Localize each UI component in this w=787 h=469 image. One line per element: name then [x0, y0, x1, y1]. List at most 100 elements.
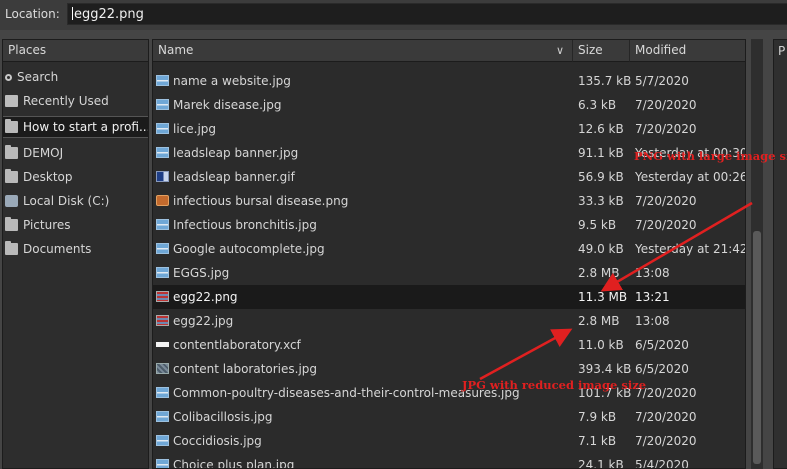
scrollbar-thumb[interactable]	[753, 231, 761, 464]
column-header-name[interactable]: Name ∨	[153, 40, 573, 62]
annotation-png-large: PNG with large image size	[634, 149, 787, 163]
file-size: 11.3 MB	[578, 290, 628, 304]
file-row[interactable]: contentlaboratory.xcf 11.0 kB 6/5/2020	[153, 333, 745, 357]
folder-icon	[5, 119, 18, 133]
file-modified: 7/20/2020	[635, 98, 697, 112]
search-icon	[5, 73, 12, 81]
file-row[interactable]: Google autocomplete.jpg 49.0 kB Yesterday …	[153, 237, 745, 261]
file-size: 2.8 MB	[578, 314, 620, 328]
column-size-label: Size	[578, 43, 603, 57]
file-size: 393.4 kB	[578, 362, 632, 376]
file-name: EGGS.jpg	[173, 266, 230, 280]
column-modified-label: Modified	[635, 43, 687, 57]
file-row[interactable]: Marek disease.jpg 6.3 kB 7/20/2020	[153, 93, 745, 117]
file-row[interactable]: egg22.png 11.3 MB 13:21	[153, 285, 745, 309]
place-pictures[interactable]: Pictures	[3, 214, 148, 236]
file-modified: 7/20/2020	[635, 194, 697, 208]
file-size: 91.1 kB	[578, 146, 624, 160]
file-modified: Yesterday at 00:26	[635, 170, 746, 184]
file-image-icon	[156, 123, 169, 134]
file-row[interactable]: name a website.jpg 135.7 kB 5/7/2020	[153, 69, 745, 93]
place-search[interactable]: Search	[3, 66, 148, 88]
places-panel: Places Search Recently Used How to start…	[2, 39, 149, 469]
place-label: Documents	[23, 242, 92, 256]
folder-icon	[5, 145, 18, 159]
place-local-disk[interactable]: Local Disk (C:)	[3, 190, 148, 212]
disk-icon	[5, 195, 18, 207]
file-row[interactable]: Choice plus plan.jpg 24.1 kB 5/4/2020	[153, 453, 745, 468]
folder-icon	[5, 217, 18, 231]
file-image-icon	[156, 75, 169, 86]
place-label: Desktop	[23, 170, 73, 184]
file-image-icon	[156, 243, 169, 254]
file-image-icon	[156, 195, 169, 206]
file-modified: 7/20/2020	[635, 410, 697, 424]
file-size: 49.0 kB	[578, 242, 624, 256]
places-header[interactable]: Places	[3, 40, 148, 62]
file-row[interactable]: infectious bursal disease.png 33.3 kB 7/20…	[153, 189, 745, 213]
file-image-icon	[156, 291, 169, 302]
place-documents[interactable]: Documents	[3, 238, 148, 260]
file-modified: 6/5/2020	[635, 338, 689, 352]
text-caret	[72, 7, 73, 20]
file-image-icon	[156, 342, 169, 347]
sort-chevron-down-icon: ∨	[555, 44, 564, 57]
file-image-icon	[156, 99, 169, 110]
place-desktop[interactable]: Desktop	[3, 166, 148, 188]
file-image-icon	[156, 147, 169, 158]
file-name: Colibacillosis.jpg	[173, 410, 273, 424]
file-name: name a website.jpg	[173, 74, 291, 88]
file-row[interactable]: content laboratories.jpg 393.4 kB 6/5/2020	[153, 357, 745, 381]
column-header-size[interactable]: Size	[573, 40, 630, 62]
file-image-icon	[156, 435, 169, 446]
file-name: Infectious bronchitis.jpg	[173, 218, 317, 232]
location-input[interactable]: egg22.png	[67, 3, 787, 25]
file-row[interactable]: lice.jpg 12.6 kB 7/20/2020	[153, 117, 745, 141]
file-name: lice.jpg	[173, 122, 217, 136]
file-row[interactable]: egg22.jpg 2.8 MB 13:08	[153, 309, 745, 333]
column-header-modified[interactable]: Modified	[630, 40, 745, 62]
file-modified: 7/20/2020	[635, 122, 697, 136]
preview-panel: P	[773, 39, 787, 469]
file-size: 6.3 kB	[578, 98, 617, 112]
folder-icon	[5, 169, 18, 183]
file-modified: 6/5/2020	[635, 362, 689, 376]
file-modified: 13:08	[635, 266, 670, 280]
place-label: How to start a profi...	[23, 120, 148, 134]
file-image-icon	[156, 219, 169, 230]
file-size: 7.9 kB	[578, 410, 617, 424]
place-label: Recently Used	[23, 94, 109, 108]
file-row[interactable]: Coccidiosis.jpg 7.1 kB 7/20/2020	[153, 429, 745, 453]
location-bar: Location: egg22.png	[0, 0, 787, 30]
file-size: 12.6 kB	[578, 122, 624, 136]
place-recently-used[interactable]: Recently Used	[3, 90, 148, 112]
file-row[interactable]: EGGS.jpg 2.8 MB 13:08	[153, 261, 745, 285]
file-list: Name ∨ Size Modified name a website.jpg 1…	[152, 39, 746, 469]
file-name: contentlaboratory.xcf	[173, 338, 301, 352]
file-row[interactable]: Colibacillosis.jpg 7.9 kB 7/20/2020	[153, 405, 745, 429]
place-how-to-start[interactable]: How to start a profi...	[3, 116, 148, 138]
file-size: 11.0 kB	[578, 338, 624, 352]
file-image-icon	[156, 267, 169, 278]
file-row[interactable]: leadsleap banner.gif 56.9 kB Yesterday at …	[153, 165, 746, 189]
file-image-icon	[156, 387, 169, 398]
column-name-label: Name	[158, 43, 194, 57]
file-name: leadsleap banner.jpg	[173, 146, 299, 160]
file-size: 135.7 kB	[578, 74, 632, 88]
file-image-icon	[156, 363, 169, 374]
recent-icon	[5, 95, 18, 107]
place-label: Pictures	[23, 218, 71, 232]
file-name: egg22.jpg	[173, 314, 234, 328]
place-label: Local Disk (C:)	[23, 194, 110, 208]
file-row[interactable]: Common-poultry-diseases-and-their-contro…	[153, 381, 745, 405]
file-image-icon	[156, 459, 169, 468]
annotation-jpg-reduced: JPG with reduced image size	[462, 378, 647, 392]
place-demoj[interactable]: DEMOJ	[3, 142, 148, 164]
place-label: Search	[17, 70, 59, 84]
file-modified: 5/7/2020	[635, 74, 689, 88]
folder-icon	[5, 241, 18, 255]
location-label: Location:	[5, 7, 60, 21]
file-name: infectious bursal disease.png	[173, 194, 349, 208]
file-size: 56.9 kB	[578, 170, 624, 184]
file-row[interactable]: Infectious bronchitis.jpg 9.5 kB 7/20/2020	[153, 213, 745, 237]
